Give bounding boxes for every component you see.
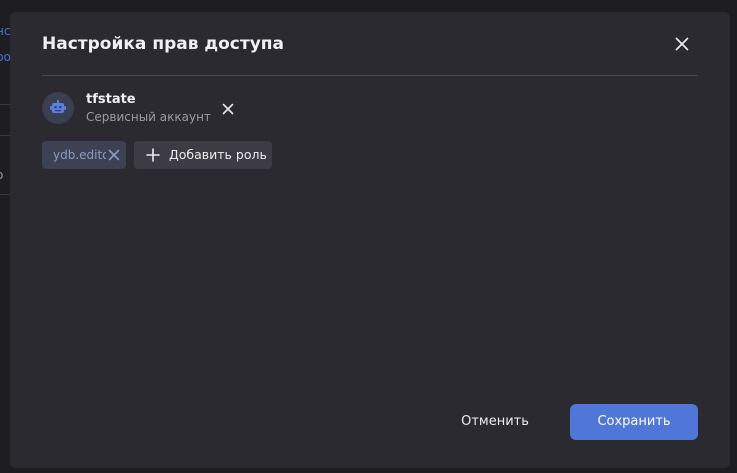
add-role-label: Добавить роль [169, 147, 267, 162]
access-settings-dialog: Настройка прав доступа tfstate Сервисный… [10, 12, 730, 468]
save-button[interactable]: Сохранить [570, 404, 698, 440]
account-avatar [42, 92, 74, 124]
background-divider [0, 135, 10, 136]
account-type: Сервисный аккаунт [86, 110, 211, 124]
background-text-fragment: о [0, 168, 3, 182]
save-button-label: Сохранить [597, 414, 671, 429]
cancel-button[interactable]: Отменить [452, 404, 538, 440]
robot-icon [50, 100, 66, 113]
background-divider [0, 104, 10, 105]
remove-account-button[interactable] [220, 101, 236, 117]
account-name: tfstate [86, 92, 136, 107]
cancel-button-label: Отменить [461, 414, 529, 429]
close-icon [106, 147, 122, 163]
header-divider [42, 75, 698, 76]
background-divider [0, 194, 10, 195]
remove-role-button[interactable] [106, 147, 122, 163]
dialog-title: Настройка прав доступа [42, 34, 285, 54]
plus-icon [146, 148, 160, 162]
add-role-button[interactable]: Добавить роль [134, 141, 272, 169]
close-icon [222, 103, 234, 115]
close-icon [675, 37, 689, 51]
background-text-fragment: нс [0, 24, 11, 38]
role-chip[interactable]: ydb.editor [42, 141, 126, 169]
close-dialog-button[interactable] [670, 32, 694, 56]
